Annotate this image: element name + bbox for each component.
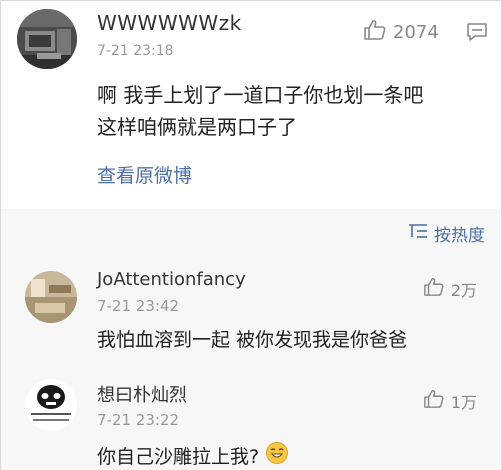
avatar[interactable] bbox=[25, 379, 77, 431]
like-button[interactable]: 2074 bbox=[363, 19, 439, 45]
comment-text: 啊 我手上划了一道口子你也划一条吧 这样咱俩就是两口子了 bbox=[97, 79, 487, 143]
username[interactable]: 想曰朴灿烈 bbox=[97, 381, 187, 407]
username[interactable]: JoAttentionfancy bbox=[97, 269, 246, 290]
like-count: 2074 bbox=[393, 21, 439, 43]
thumbs-up-icon bbox=[363, 19, 387, 45]
like-count: 2万 bbox=[450, 281, 477, 300]
thumbs-up-icon bbox=[423, 389, 445, 413]
reply-text: 我怕血溶到一起 被你发现我是你爸爸 bbox=[97, 325, 407, 352]
replies-section: 按热度 JoAttentionfancy 7-21 23:42 2万 我怕血溶到… bbox=[1, 209, 501, 470]
comment-line: 啊 我手上划了一道口子你也划一条吧 bbox=[97, 83, 424, 107]
main-comment: WWWWWWzk 7-21 23:18 2074 啊 我手上划了一道口子你也划一… bbox=[1, 1, 501, 209]
thumbs-up-icon bbox=[423, 277, 445, 301]
like-button[interactable]: 1万 bbox=[423, 389, 477, 413]
view-original-link[interactable]: 查看原微博 bbox=[97, 161, 192, 188]
timestamp: 7-21 23:22 bbox=[97, 411, 180, 429]
reply-text: 你自己沙雕拉上我? bbox=[97, 441, 289, 470]
timestamp: 7-21 23:18 bbox=[97, 43, 174, 59]
grin-emoji-icon bbox=[265, 441, 289, 470]
sort-toggle[interactable]: 按热度 bbox=[408, 221, 485, 246]
avatar[interactable] bbox=[17, 9, 77, 69]
reply-item: 想曰朴灿烈 7-21 23:22 1万 你自己沙雕拉上我? bbox=[1, 375, 501, 470]
timestamp: 7-21 23:42 bbox=[97, 297, 180, 315]
reply-text-content: 我怕血溶到一起 被你发现我是你爸爸 bbox=[97, 329, 408, 351]
comment-line: 这样咱俩就是两口子了 bbox=[97, 115, 297, 139]
avatar[interactable] bbox=[25, 271, 77, 323]
username[interactable]: WWWWWWzk bbox=[97, 11, 242, 35]
reply-item: JoAttentionfancy 7-21 23:42 2万 我怕血溶到一起 被… bbox=[1, 265, 501, 355]
like-count: 1万 bbox=[450, 393, 477, 412]
sort-label: 按热度 bbox=[434, 226, 485, 246]
like-button[interactable]: 2万 bbox=[423, 277, 477, 301]
reply-icon[interactable] bbox=[465, 21, 489, 47]
sort-icon bbox=[408, 222, 428, 245]
reply-text-content: 你自己沙雕拉上我? bbox=[97, 446, 260, 468]
